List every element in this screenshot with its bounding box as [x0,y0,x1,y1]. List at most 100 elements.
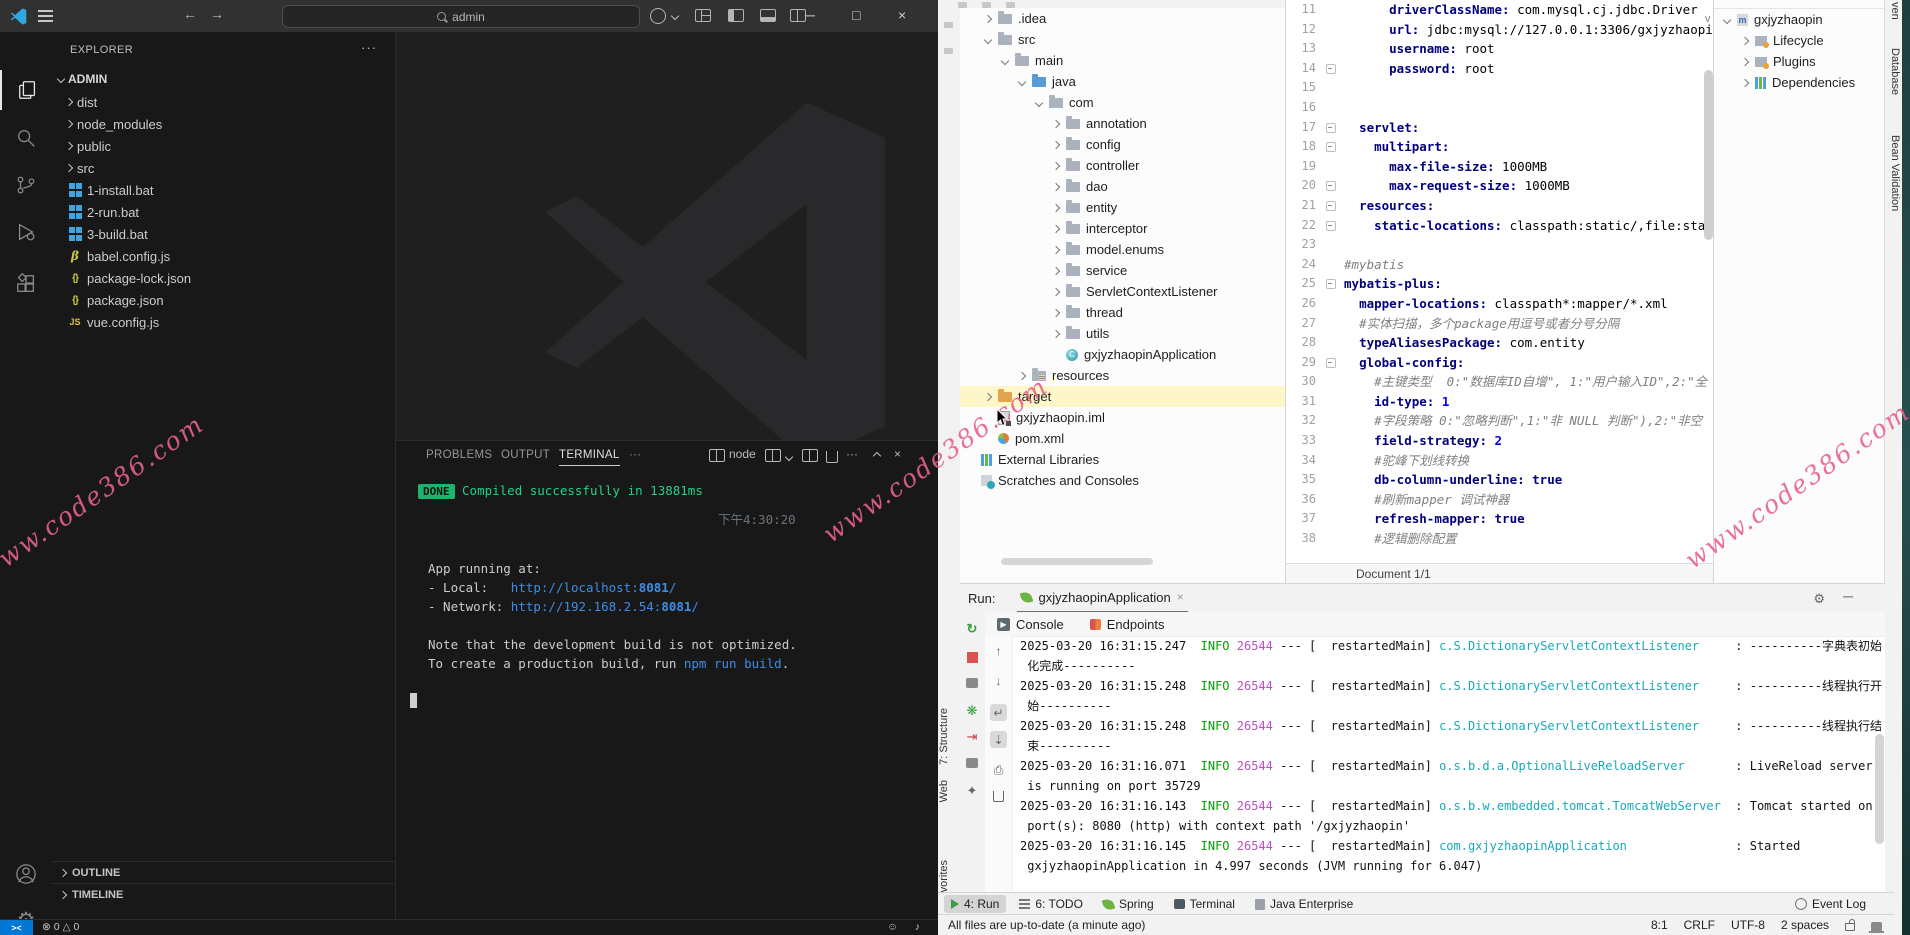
fold-icon[interactable] [1326,123,1336,133]
tree-item-gxjyzhaopinapplication[interactable]: CgxjyzhaopinApplication [960,344,1285,365]
terminal-content[interactable]: DONE Compiled successfully in 13881ms 下午… [418,481,928,920]
run-config-tab[interactable]: gxjyzhaopinApplication × [1017,584,1187,613]
minimize-icon[interactable]: ─ [805,7,815,23]
toggle-sidebar-icon[interactable] [728,9,744,22]
launch-profile-icon[interactable] [765,449,781,462]
back-icon[interactable]: ← [183,6,197,22]
outline-section[interactable]: OUTLINE [52,861,395,884]
scroll-to-end-icon[interactable]: ⇣ [990,731,1007,748]
terminal-split-icon[interactable] [709,449,725,462]
tree-item-com[interactable]: com [960,92,1285,113]
tree-item-thread[interactable]: thread [960,302,1285,323]
run-debug-icon[interactable] [0,212,52,252]
toolbar-java-enterprise[interactable]: Java Enterprise [1248,895,1360,913]
tree-item-model-enums[interactable]: model.enums [960,239,1285,260]
maven-item-plugins[interactable]: Plugins [1714,51,1885,72]
explorer-file[interactable]: βbabel.config.js [52,245,395,267]
tree-item-entity[interactable]: entity [960,197,1285,218]
fold-icon[interactable] [1326,142,1336,152]
chevron-down-icon[interactable] [671,12,679,20]
console-scrollbar[interactable] [1875,734,1884,844]
run-minimize-icon[interactable]: ─ [1843,588,1853,604]
maven-item-gxjyzhaopin[interactable]: mgxjyzhaopin [1714,9,1885,30]
tab-database[interactable]: Database [1889,48,1901,98]
inspections-icon[interactable] [1871,922,1882,931]
line-ending[interactable]: CRLF [1684,918,1715,932]
tree-item--idea[interactable]: .idea [960,8,1285,29]
editor-scrollbar[interactable] [1704,70,1713,240]
soft-wrap-icon[interactable]: ↵ [990,704,1007,721]
exit-icon[interactable]: ⇥ [965,730,979,744]
tree-item-annotation[interactable]: annotation [960,113,1285,134]
menu-icon[interactable] [38,15,53,17]
toggle-panel-icon[interactable] [760,9,776,22]
fold-icon[interactable] [1326,201,1336,211]
maven-item-dependencies[interactable]: Dependencies [1714,72,1885,93]
editor-collapse-icon[interactable]: v [1704,12,1711,25]
timeline-section[interactable]: TIMELINE [52,883,395,906]
maximize-panel-icon[interactable] [873,452,881,460]
indent-setting[interactable]: 2 spaces [1781,918,1829,932]
tree-item-scratches-and-consoles[interactable]: Scratches and Consoles [960,470,1285,491]
extensions-icon[interactable] [0,264,52,304]
tab-output[interactable]: OUTPUT [501,449,550,461]
toggle-secondary-sidebar-icon[interactable] [790,9,806,22]
tree-item-controller[interactable]: controller [960,155,1285,176]
toolbar-4-run[interactable]: 4: Run [944,895,1006,913]
kill-terminal-icon[interactable] [826,451,838,463]
thread-dump-icon[interactable] [966,678,978,688]
event-log-button[interactable]: Event Log [1795,897,1866,911]
explorer-folder[interactable]: dist [52,91,395,113]
customize-layout-icon[interactable] [695,9,711,22]
tab-terminal[interactable]: TERMINAL [559,449,620,466]
encoding[interactable]: UTF-8 [1731,918,1765,932]
close-icon[interactable]: × [1177,590,1184,604]
feedback-icon[interactable]: ☺ [887,921,898,933]
layout-icon[interactable] [966,758,978,768]
tab-web[interactable]: Web [938,780,960,792]
explorer-folder[interactable]: src [52,157,395,179]
explorer-root[interactable]: ADMIN [58,72,107,86]
toolwindow-icon[interactable] [944,48,953,54]
caret-position[interactable]: 8:1 [1651,918,1668,932]
tree-item-utils[interactable]: utils [960,323,1285,344]
fold-icon[interactable] [1326,358,1336,368]
explorer-icon[interactable] [0,70,54,110]
rerun-icon[interactable]: ↻ [965,622,979,636]
stop-icon[interactable] [965,650,979,664]
down-stacktrace-icon[interactable]: ↓ [990,672,1007,689]
fold-icon[interactable] [1326,221,1336,231]
account-icon[interactable] [0,854,52,894]
tree-item-interceptor[interactable]: interceptor [960,218,1285,239]
toolbar-spring[interactable]: Spring [1096,895,1161,913]
notifications-bell-icon[interactable]: ♪ [915,921,920,933]
toolwindow-icon[interactable] [944,22,953,28]
tree-item-dao[interactable]: dao [960,176,1285,197]
up-stacktrace-icon[interactable]: ↑ [990,642,1007,659]
search-icon[interactable] [0,118,52,158]
terminal-more-icon[interactable]: ··· [846,447,858,461]
tab-structure[interactable]: 7: Structure [938,708,960,720]
explorer-folder[interactable]: node_modules [52,113,395,135]
close-panel-icon[interactable]: × [894,447,901,461]
profile-icon[interactable] [650,8,666,24]
tree-item-external-libraries[interactable]: External Libraries [960,449,1285,470]
tree-item-java[interactable]: java [960,71,1285,92]
explorer-file[interactable]: 1-install.bat [52,179,395,201]
explorer-file[interactable]: JSvue.config.js [52,311,395,333]
explorer-file[interactable]: {}package-lock.json [52,267,395,289]
explorer-more-icon[interactable]: ··· [361,40,377,55]
maven-item-lifecycle[interactable]: Lifecycle [1714,30,1885,51]
run-settings-gear-icon[interactable]: ⚙ [1813,591,1825,607]
print-icon[interactable]: ⎙ [990,762,1007,779]
project-hscrollbar[interactable] [1001,558,1153,565]
yaml-editor[interactable]: 11 driverClassName: com.mysql.cj.jdbc.Dr… [1285,0,1714,563]
maximize-icon[interactable]: □ [852,7,860,23]
fold-icon[interactable] [1326,64,1336,74]
explorer-folder[interactable]: public [52,135,395,157]
tab-problems[interactable]: PROBLEMS [426,449,492,461]
tab-console[interactable]: ▶Console [997,617,1064,632]
source-control-icon[interactable] [0,165,52,205]
lock-icon[interactable] [1845,923,1855,931]
toolbar-6-todo[interactable]: 6: TODO [1012,895,1090,913]
